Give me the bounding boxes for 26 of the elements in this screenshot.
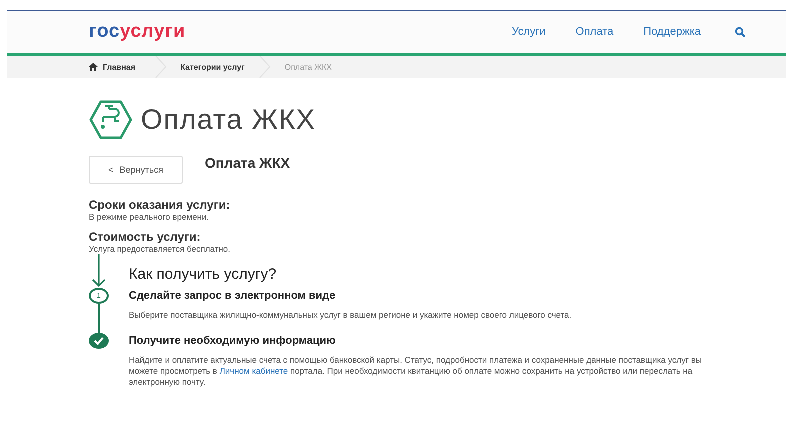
step-title: Сделайте запрос в электронном виде	[129, 290, 337, 302]
breadcrumb-link[interactable]: Категории услуг	[180, 62, 245, 72]
breadcrumb-link[interactable]: Главная	[103, 62, 136, 72]
down-arrow-icon	[92, 254, 106, 288]
back-button[interactable]: < Вернуться	[89, 156, 183, 184]
logo[interactable]: госуслуги	[89, 21, 186, 43]
info-label: Стоимость услуги:	[89, 230, 202, 244]
faucet-icon	[89, 100, 133, 140]
chevron-separator-icon	[258, 56, 271, 78]
breadcrumb-current-page: Оплата ЖКХ	[284, 62, 332, 72]
service-title: Оплата ЖКХ	[205, 155, 290, 171]
step-title: Получите необходимую информацию	[129, 335, 337, 348]
step-description: Найдите и оплатите актуальные счета с помощью банковской карты. Статус, подробности платежа и сохраненные данные поставщика услуг вы можете просмотреть в Личном кабинете портала. При необходимости квитанцию об оплате можно сохранить на устройство или переслать на электронную почту.	[129, 355, 703, 388]
info-value: В режиме реального времени.	[89, 212, 210, 222]
search-icon[interactable]	[735, 26, 746, 38]
nav-link[interactable]: Оплата	[576, 26, 614, 38]
info-value: Услуга предоставляется бесплатно.	[89, 244, 232, 254]
nav-link[interactable]: Услуги	[512, 26, 546, 38]
account-link[interactable]: Личном кабинете	[220, 366, 288, 376]
home-icon	[89, 63, 98, 71]
nav-link[interactable]: Поддержка	[644, 26, 701, 38]
chevron-separator-icon	[154, 56, 167, 78]
section-heading: Как получить услугу?	[129, 266, 278, 282]
info-label: Сроки оказания услуги:	[89, 198, 232, 212]
step-description: Выберите поставщика жилищно-коммунальных услуг в вашем регионе и укажите номер своего лицевого счета.	[129, 310, 573, 322]
page-title: Оплата ЖКХ	[141, 104, 316, 136]
